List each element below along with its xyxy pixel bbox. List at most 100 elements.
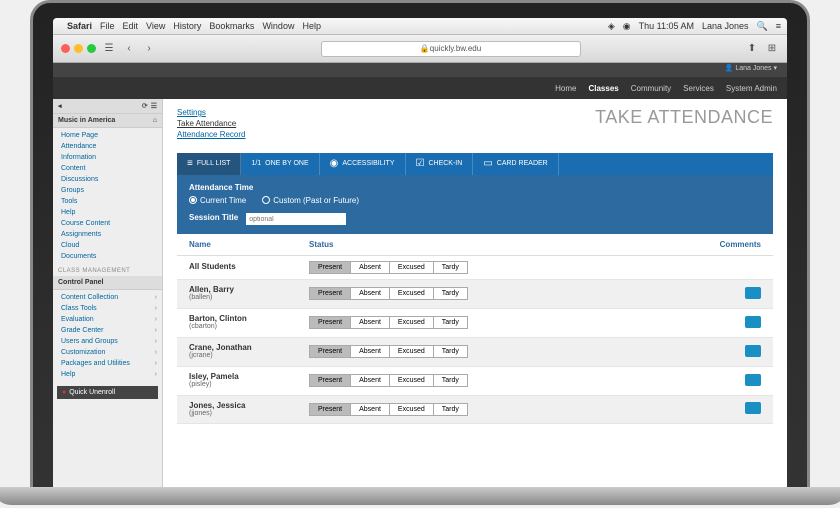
status-present[interactable]: Present <box>309 345 351 358</box>
wifi-icon[interactable]: ◈ <box>608 21 615 32</box>
share-icon[interactable]: ⬆ <box>745 42 759 56</box>
zoom-icon[interactable] <box>87 44 96 53</box>
status-excused[interactable]: Excused <box>389 345 434 358</box>
comment-icon[interactable] <box>745 374 761 386</box>
menu-bookmarks[interactable]: Bookmarks <box>209 21 254 31</box>
col-name: Name <box>189 240 309 249</box>
status-excused[interactable]: Excused <box>389 374 434 387</box>
radio-current-time[interactable]: Current Time <box>189 196 246 205</box>
sidebar-item-help[interactable]: Help <box>53 207 162 218</box>
comment-icon[interactable] <box>745 402 761 414</box>
sidebar-item-discussions[interactable]: Discussions <box>53 174 162 185</box>
status-absent[interactable]: Absent <box>350 403 390 416</box>
user-menu[interactable]: Lana Jones <box>702 21 749 31</box>
table-row: Jones, Jessica(jjones)PresentAbsentExcus… <box>177 396 773 425</box>
status-present[interactable]: Present <box>309 403 351 416</box>
sidebar-item-cloud[interactable]: Cloud <box>53 240 162 251</box>
status-present[interactable]: Present <box>309 316 351 329</box>
tab-check-in[interactable]: ☑CHECK-IN <box>406 153 474 175</box>
tab-card-reader[interactable]: ▭CARD READER <box>473 153 558 175</box>
tabs-icon[interactable]: ⊞ <box>765 42 779 56</box>
sidebar-item-course-content[interactable]: Course Content <box>53 218 162 229</box>
sidebar-item-information[interactable]: Information <box>53 152 162 163</box>
window-controls[interactable] <box>61 44 96 53</box>
status-absent[interactable]: Absent <box>350 287 390 300</box>
radio-custom-time[interactable]: Custom (Past or Future) <box>262 196 359 205</box>
status-tardy[interactable]: Tardy <box>433 316 468 329</box>
comment-icon[interactable] <box>745 316 761 328</box>
tab-accessibility[interactable]: ◉ACCESSIBILITY <box>320 153 406 175</box>
sidebar-item-assignments[interactable]: Assignments <box>53 229 162 240</box>
address-bar[interactable]: 🔒 quickly.bw.edu <box>321 41 581 57</box>
list-icon[interactable]: ☰ <box>151 102 157 110</box>
close-icon[interactable] <box>61 44 70 53</box>
control-panel-header[interactable]: Control Panel <box>53 276 162 290</box>
student-name: Isley, Pamela(pisley) <box>189 372 309 390</box>
nav-community[interactable]: Community <box>631 84 671 93</box>
mgmt-item-grade-center[interactable]: Grade Center <box>53 325 162 336</box>
menu-history[interactable]: History <box>173 21 201 31</box>
mgmt-item-help[interactable]: Help <box>53 369 162 380</box>
tab-one-by-one[interactable]: 1/1 ONE BY ONE <box>241 153 319 175</box>
refresh-icon[interactable]: ⟳ <box>142 102 148 110</box>
mgmt-item-content-collection[interactable]: Content Collection <box>53 292 162 303</box>
menu-file[interactable]: File <box>100 21 115 31</box>
mgmt-item-users-and-groups[interactable]: Users and Groups <box>53 336 162 347</box>
main-content: Settings Take Attendance Attendance Reco… <box>163 99 787 487</box>
nav-system-admin[interactable]: System Admin <box>726 84 777 93</box>
mgmt-item-packages-and-utilities[interactable]: Packages and Utilities <box>53 358 162 369</box>
mgmt-item-evaluation[interactable]: Evaluation <box>53 314 162 325</box>
sidebar-item-documents[interactable]: Documents <box>53 251 162 262</box>
status-excused[interactable]: Excused <box>389 261 434 274</box>
search-icon[interactable]: 🔍 <box>757 21 768 32</box>
menu-edit[interactable]: Edit <box>123 21 139 31</box>
sidebar-item-groups[interactable]: Groups <box>53 185 162 196</box>
status-excused[interactable]: Excused <box>389 287 434 300</box>
sidebar-item-home-page[interactable]: Home Page <box>53 130 162 141</box>
url-text: quickly.bw.edu <box>430 44 481 53</box>
status-tardy[interactable]: Tardy <box>433 345 468 358</box>
crumb-attendance-record[interactable]: Attendance Record <box>177 129 773 140</box>
comment-icon[interactable] <box>745 287 761 299</box>
status-absent[interactable]: Absent <box>350 261 390 274</box>
back-icon[interactable]: ‹ <box>122 42 136 56</box>
status-excused[interactable]: Excused <box>389 316 434 329</box>
comment-cell <box>691 374 761 388</box>
nav-home[interactable]: Home <box>555 84 576 93</box>
status-excused[interactable]: Excused <box>389 403 434 416</box>
app-name[interactable]: Safari <box>67 21 92 31</box>
course-title[interactable]: Music in America⌂ <box>53 114 162 128</box>
sidebar-icon[interactable]: ☰ <box>102 42 116 56</box>
comment-icon[interactable] <box>745 345 761 357</box>
quick-unenroll-button[interactable]: Quick Unenroll <box>57 386 158 399</box>
status-absent[interactable]: Absent <box>350 345 390 358</box>
minimize-icon[interactable] <box>74 44 83 53</box>
nav-services[interactable]: Services <box>683 84 714 93</box>
status-absent[interactable]: Absent <box>350 316 390 329</box>
nav-classes[interactable]: Classes <box>588 84 618 93</box>
sidebar-item-attendance[interactable]: Attendance <box>53 141 162 152</box>
status-tardy[interactable]: Tardy <box>433 261 468 274</box>
sidebar-collapse[interactable]: ◂⟳☰ <box>53 99 162 114</box>
menu-view[interactable]: View <box>146 21 165 31</box>
mgmt-item-class-tools[interactable]: Class Tools <box>53 303 162 314</box>
sidebar-item-tools[interactable]: Tools <box>53 196 162 207</box>
status-absent[interactable]: Absent <box>350 374 390 387</box>
volume-icon[interactable]: ◉ <box>623 21 631 32</box>
home-icon[interactable]: ⌂ <box>153 117 157 124</box>
menu-window[interactable]: Window <box>262 21 294 31</box>
status-present[interactable]: Present <box>309 287 351 300</box>
forward-icon[interactable]: › <box>142 42 156 56</box>
menu-help[interactable]: Help <box>302 21 321 31</box>
sidebar-item-content[interactable]: Content <box>53 163 162 174</box>
session-title-input[interactable] <box>246 213 346 225</box>
clock[interactable]: Thu 11:05 AM <box>639 21 694 31</box>
tab-full-list[interactable]: ≡FULL LIST <box>177 153 241 175</box>
status-tardy[interactable]: Tardy <box>433 403 468 416</box>
menu-icon[interactable]: ≡ <box>776 21 781 31</box>
status-tardy[interactable]: Tardy <box>433 374 468 387</box>
status-present[interactable]: Present <box>309 374 351 387</box>
status-tardy[interactable]: Tardy <box>433 287 468 300</box>
mgmt-item-customization[interactable]: Customization <box>53 347 162 358</box>
status-present[interactable]: Present <box>309 261 351 274</box>
